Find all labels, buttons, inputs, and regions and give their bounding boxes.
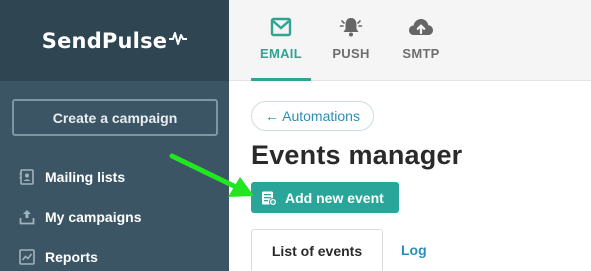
tab-push[interactable]: PUSH <box>321 0 381 81</box>
event-list-icon <box>261 190 277 206</box>
sidebar: SendPulse Create a campaign Mailing list… <box>0 0 229 271</box>
back-to-automations-button[interactable]: ← Automations <box>251 101 374 131</box>
upload-icon <box>18 208 36 226</box>
tab-label: EMAIL <box>260 46 302 61</box>
tab-label: SMTP <box>402 46 440 61</box>
cloud-upload-icon <box>408 16 434 38</box>
add-new-event-label: Add new event <box>285 189 384 206</box>
sidebar-item-label: My campaigns <box>45 209 142 225</box>
sidebar-item-label: Reports <box>45 249 98 265</box>
chart-icon <box>18 248 36 266</box>
sidebar-item-my-campaigns[interactable]: My campaigns <box>18 205 141 229</box>
tab-smtp[interactable]: SMTP <box>391 0 451 81</box>
bell-icon <box>339 16 363 38</box>
page-title: Events manager <box>251 140 463 170</box>
pulse-wave-icon <box>168 30 189 51</box>
tab-log[interactable]: Log <box>401 229 427 271</box>
add-new-event-button[interactable]: Add new event <box>251 182 399 213</box>
envelope-icon <box>270 16 292 38</box>
tab-list-of-events[interactable]: List of events <box>251 229 383 271</box>
sidebar-item-mailing-lists[interactable]: Mailing lists <box>18 165 125 189</box>
create-campaign-button[interactable]: Create a campaign <box>12 99 218 136</box>
event-sub-tabs: List of events Log <box>251 229 591 271</box>
tab-label: PUSH <box>332 46 370 61</box>
brand-logo[interactable]: SendPulse <box>0 0 229 81</box>
tab-email[interactable]: EMAIL <box>251 0 311 81</box>
brand-name: SendPulse <box>41 28 168 53</box>
address-book-icon <box>18 168 36 186</box>
channel-bar: EMAIL PUSH SMTP <box>229 0 591 81</box>
sidebar-item-label: Mailing lists <box>45 169 126 185</box>
sidebar-item-reports[interactable]: Reports <box>18 245 98 269</box>
